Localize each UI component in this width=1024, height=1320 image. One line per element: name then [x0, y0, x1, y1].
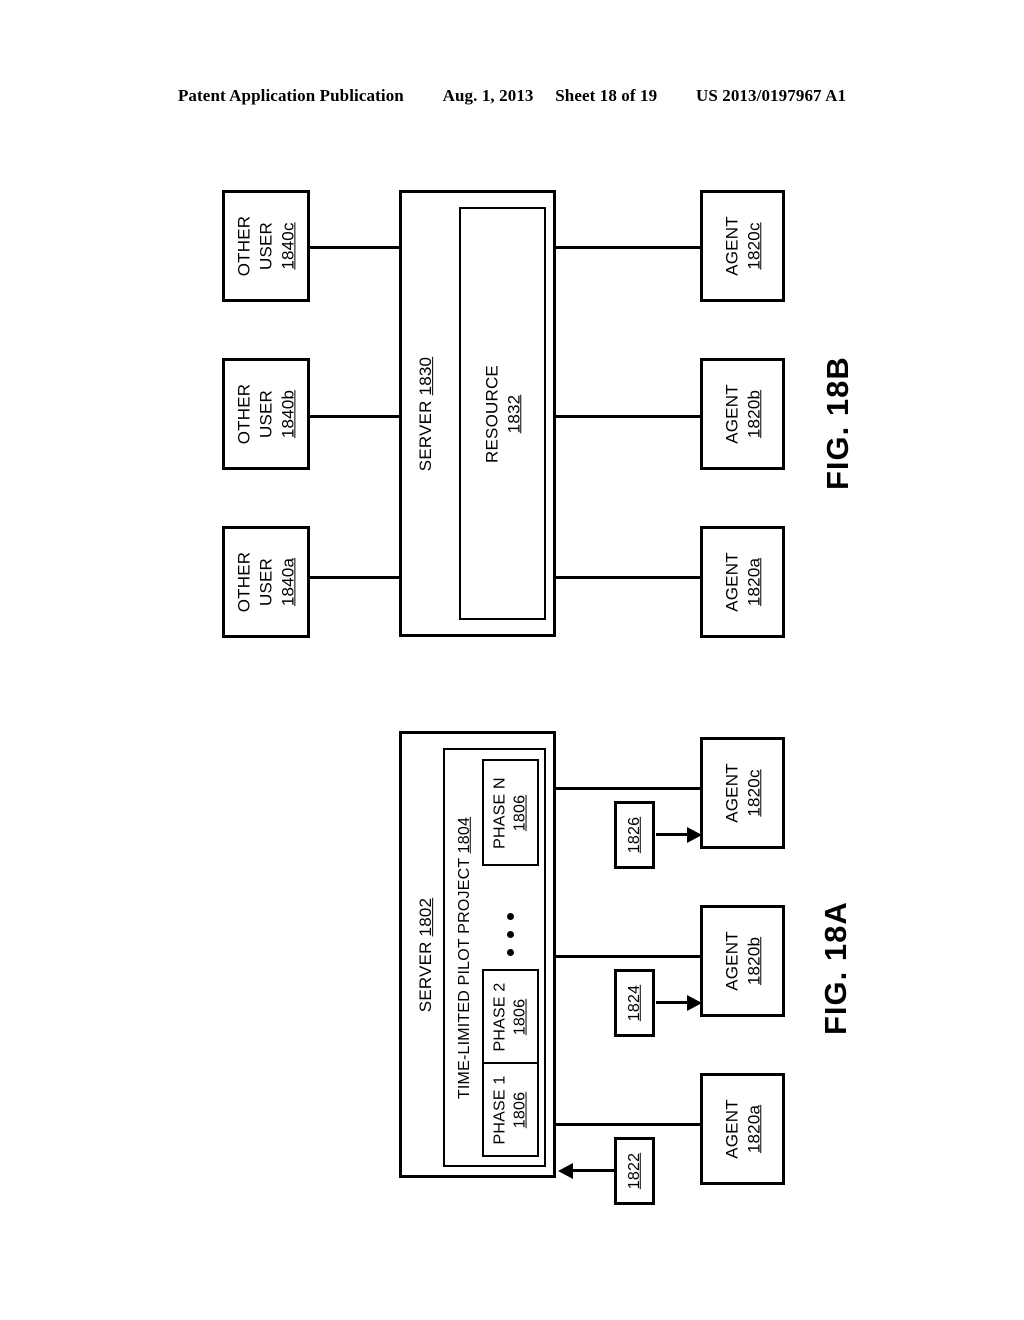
other-user-1840c-label: OTHER USER 1840c	[234, 215, 297, 277]
connector-server-agent-b	[555, 415, 701, 418]
other-user-1840b-label: OTHER USER 1840b	[234, 383, 297, 445]
phase-n-box-1806[interactable]: PHASE N 1806	[482, 759, 539, 866]
message-1824-label: 1824	[625, 984, 643, 1022]
header-document-number: US 2013/0197967 A1	[695, 86, 847, 105]
connector-otheruser-c-server	[309, 246, 401, 249]
message-1822-arrow-head	[558, 1163, 573, 1179]
agent-box-18b-1820c[interactable]: AGENT 1820c	[700, 190, 785, 302]
phase-1-label: PHASE 1 1806	[491, 1075, 529, 1144]
agent-18a-1820b-label: AGENT 1820b	[721, 931, 763, 991]
agent-18b-1820a-label: AGENT 1820a	[721, 552, 763, 612]
agent-box-18b-1820b[interactable]: AGENT 1820b	[700, 358, 785, 470]
message-box-1822[interactable]: 1822	[614, 1137, 655, 1205]
server-box-1830[interactable]: SERVER 1830 RESOURCE 1832	[399, 190, 556, 637]
phase-ellipsis	[507, 913, 514, 956]
server-1830-label: SERVER 1830	[416, 356, 436, 471]
agent-18b-1820c-label: AGENT 1820c	[721, 216, 763, 276]
phase-n-label: PHASE N 1806	[491, 776, 529, 849]
header-publication: Patent Application Publication	[177, 86, 404, 105]
other-user-box-1840c[interactable]: OTHER USER 1840c	[222, 190, 310, 302]
header-sheet: Sheet 18 of 19	[555, 86, 658, 105]
message-1822-arrow-line	[573, 1169, 614, 1172]
agent-box-18b-1820a[interactable]: AGENT 1820a	[700, 526, 785, 638]
other-user-1840a-label: OTHER USER 1840a	[234, 551, 297, 613]
server-1802-label: SERVER 1802	[416, 897, 436, 1012]
agent-box-18a-1820c[interactable]: AGENT 1820c	[700, 737, 785, 849]
agent-18b-1820b-label: AGENT 1820b	[721, 384, 763, 444]
message-box-1826[interactable]: 1826	[614, 801, 655, 869]
connector-18a-server-agent-b	[555, 955, 701, 958]
connector-18a-server-agent-c	[555, 787, 701, 790]
connector-otheruser-a-server	[309, 576, 401, 579]
page-header: Patent Application Publication Aug. 1, 2…	[0, 86, 1024, 106]
message-1826-label: 1826	[625, 816, 643, 854]
message-1826-arrow-line	[656, 833, 688, 836]
connector-otheruser-b-server	[309, 415, 401, 418]
connector-server-agent-a	[555, 576, 701, 579]
pilot-project-1804-label: TIME-LIMITED PILOT PROJECT 1804	[455, 816, 473, 1099]
header-date: Aug. 1, 2013	[442, 86, 534, 105]
connector-server-agent-c	[555, 246, 701, 249]
connector-18a-server-agent-a	[555, 1123, 701, 1126]
server-box-1802[interactable]: SERVER 1802 TIME-LIMITED PILOT PROJECT 1…	[399, 731, 556, 1178]
phase-1-box-1806[interactable]: PHASE 1 1806	[482, 1062, 539, 1157]
agent-box-18a-1820b[interactable]: AGENT 1820b	[700, 905, 785, 1017]
figure-caption-18b: FIG. 18B	[820, 356, 855, 490]
other-user-box-1840a[interactable]: OTHER USER 1840a	[222, 526, 310, 638]
pilot-project-box-1804[interactable]: TIME-LIMITED PILOT PROJECT 1804 PHASE N …	[443, 748, 546, 1167]
resource-1832-label: RESOURCE 1832	[481, 364, 523, 463]
resource-box-1832[interactable]: RESOURCE 1832	[459, 207, 546, 620]
phase-2-label: PHASE 2 1806	[491, 982, 529, 1051]
message-box-1824[interactable]: 1824	[614, 969, 655, 1037]
message-1822-label: 1822	[625, 1152, 643, 1190]
agent-box-18a-1820a[interactable]: AGENT 1820a	[700, 1073, 785, 1185]
agent-18a-1820c-label: AGENT 1820c	[721, 763, 763, 823]
agent-18a-1820a-label: AGENT 1820a	[721, 1099, 763, 1159]
message-1824-arrow-line	[656, 1001, 688, 1004]
other-user-box-1840b[interactable]: OTHER USER 1840b	[222, 358, 310, 470]
phase-2-box-1806[interactable]: PHASE 2 1806	[482, 969, 539, 1064]
figure-caption-18a: FIG. 18A	[818, 901, 853, 1035]
